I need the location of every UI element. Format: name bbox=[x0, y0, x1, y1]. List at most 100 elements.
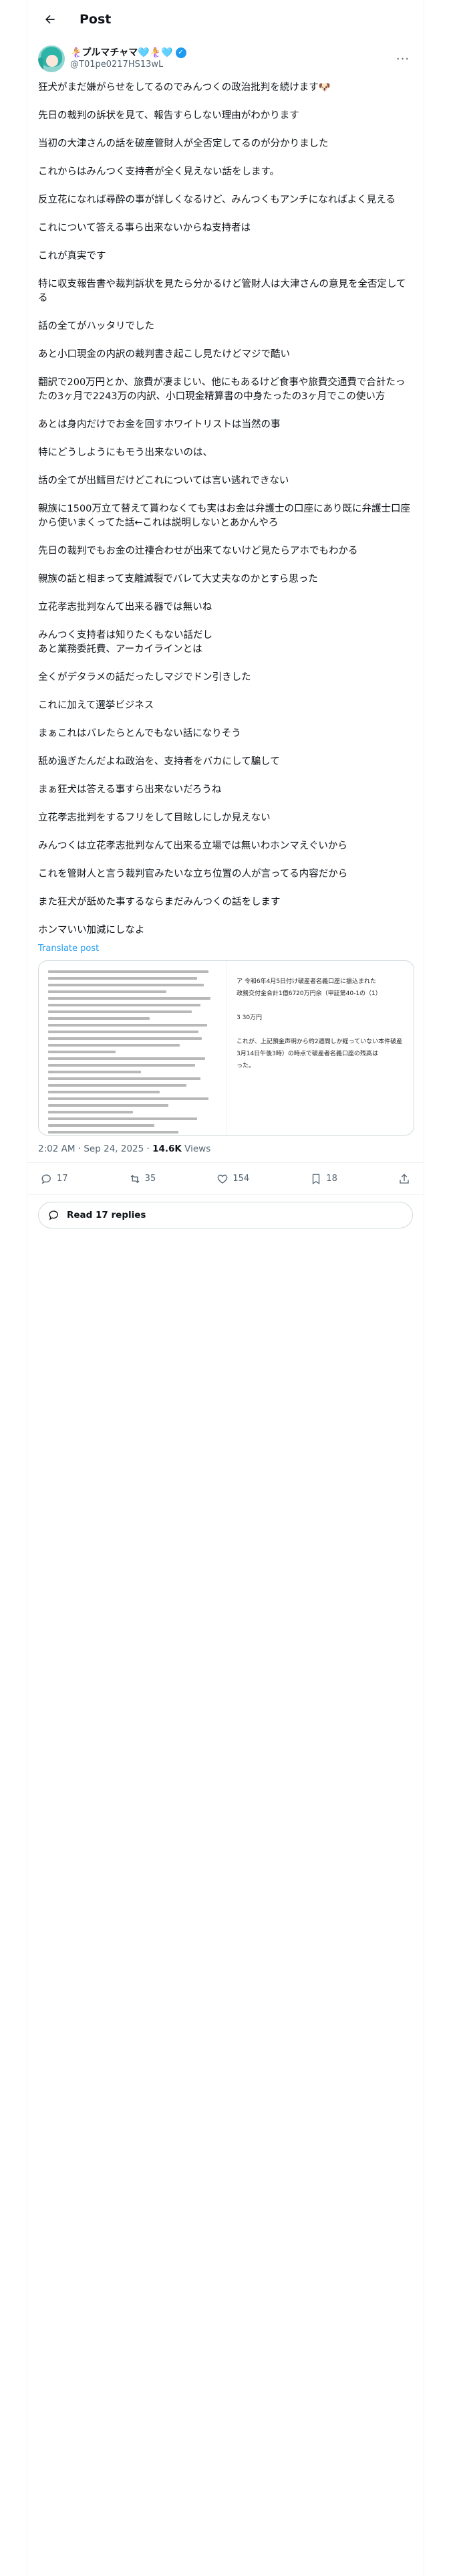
post-paragraph: これが真実です bbox=[38, 251, 106, 261]
post-paragraph: 翻訳で200万円とか、旅費が凄まじい、他にもあるけど食事や旅費交通費で合計たった… bbox=[38, 377, 406, 402]
author-display-name[interactable]: 🧜‍♀️プルマチャマ🩵🧜‍♀️🩵 ✓ bbox=[70, 47, 393, 59]
reply-button[interactable]: 17 bbox=[41, 1173, 68, 1185]
document-text-line bbox=[48, 1071, 142, 1073]
repost-icon bbox=[130, 1174, 140, 1183]
post-paragraph: まぁこれはバレたらとんでもない話になりそう bbox=[38, 728, 241, 739]
document-text-line bbox=[48, 1010, 192, 1013]
document-text-line: ア 令和6年4月5日付け破産者名義口座に振込まれた bbox=[237, 978, 377, 985]
post-paragraph: 話の全てがハッタリでした bbox=[38, 321, 154, 332]
document-text-line bbox=[48, 1057, 206, 1060]
document-text-line bbox=[48, 1004, 200, 1006]
post-paragraph: 親族の話と相まって支離滅裂でバレて大丈夫なのかとすら思った bbox=[38, 574, 318, 584]
post-paragraph: 舐め過ぎたんだよね政治を、支持者をバカにして騙して bbox=[38, 756, 280, 767]
post-paragraph: これについて答える事ら出来ないからね支持者は bbox=[38, 223, 251, 233]
translate-post-link[interactable]: Translate post bbox=[38, 944, 413, 954]
document-text-line bbox=[48, 1084, 187, 1087]
post-paragraph: 先日の裁判の訴状を見て、報告すらしない理由がわかります bbox=[38, 110, 299, 121]
document-text-line bbox=[48, 1017, 150, 1020]
document-text-line bbox=[48, 997, 210, 1000]
document-text-line bbox=[237, 1001, 404, 1010]
document-text-line bbox=[48, 1097, 209, 1100]
document-text-line bbox=[48, 1111, 133, 1113]
more-options-icon[interactable]: ··· bbox=[393, 49, 413, 69]
read-replies-label: Read 17 replies bbox=[67, 1210, 146, 1220]
post-paragraph: 親族に1500万立て替えて貰わなくても実はお金は弁護士の口座にあり既に弁護士口座… bbox=[38, 504, 411, 528]
author-row: 🧜‍♀️プルマチャマ🩵🧜‍♀️🩵 ✓ @T01pe0217HS13wL ··· bbox=[27, 38, 424, 76]
avatar[interactable] bbox=[38, 45, 65, 72]
document-text-line bbox=[48, 1091, 160, 1093]
document-text-line bbox=[48, 1031, 199, 1033]
post-timestamp: 2:02 AM · Sep 24, 2025 · 14.6K Views bbox=[27, 1136, 424, 1163]
post-paragraph: 話の全てが出鱈目だけどこれについては言い逃れできない bbox=[38, 475, 289, 486]
repost-count: 35 bbox=[144, 1174, 156, 1184]
arrow-left-icon bbox=[45, 15, 55, 23]
bookmark-button[interactable]: 18 bbox=[310, 1173, 337, 1185]
document-page-left bbox=[39, 961, 227, 1135]
attached-document-image[interactable]: ア 令和6年4月5日付け破産者名義口座に振込まれた 政務交付金合計1億6720万… bbox=[38, 960, 414, 1136]
document-text-line bbox=[48, 1024, 207, 1027]
document-text-line bbox=[48, 1064, 196, 1067]
document-text-line bbox=[48, 984, 204, 986]
reply-count: 17 bbox=[57, 1174, 68, 1184]
post-body: 狂犬がまだ嫌がらせをしてるのでみんつくの政治批判を続けます🐶 先日の裁判の訴状を見… bbox=[27, 76, 424, 938]
author-names: 🧜‍♀️プルマチャマ🩵🧜‍♀️🩵 ✓ @T01pe0217HS13wL bbox=[70, 47, 393, 71]
document-text-line bbox=[48, 977, 197, 980]
document-text-line bbox=[48, 1044, 180, 1047]
post-time[interactable]: 2:02 AM · Sep 24, 2025 · bbox=[38, 1144, 152, 1154]
document-text-line: った。 bbox=[237, 1063, 255, 1069]
author-display-name-text[interactable]: 🧜‍♀️プルマチャマ🩵🧜‍♀️🩵 bbox=[70, 47, 173, 59]
document-text-line bbox=[48, 1131, 178, 1134]
speech-bubble-icon bbox=[49, 1210, 58, 1220]
document-text-line bbox=[48, 1117, 197, 1120]
post-header: Post bbox=[27, 0, 424, 38]
document-text-line bbox=[48, 1077, 200, 1080]
document-text-line bbox=[48, 1124, 155, 1127]
post-paragraph: あとは身内だけでお金を回すホワイトリストは当然の事 bbox=[38, 419, 281, 430]
post-paragraph: ホンマいい加減にしなよ bbox=[38, 925, 145, 936]
reply-icon bbox=[41, 1174, 51, 1184]
document-page-right: ア 令和6年4月5日付け破産者名義口座に振込まれた 政務交付金合計1億6720万… bbox=[227, 961, 414, 1135]
post-paragraph: これに加えて選挙ビジネス bbox=[38, 700, 154, 711]
share-icon bbox=[400, 1173, 409, 1184]
document-text-line: 3 30万円 bbox=[237, 1014, 263, 1021]
post-paragraph: あと小口現金の内訳の裁判書き起こし見たけどマジで酷い bbox=[38, 349, 290, 360]
share-button[interactable] bbox=[398, 1173, 410, 1185]
bookmark-icon bbox=[313, 1174, 320, 1184]
back-button[interactable] bbox=[38, 7, 62, 31]
author-handle[interactable]: @T01pe0217HS13wL bbox=[70, 59, 393, 71]
post-paragraph: また狂犬が舐めた事するならまだみんつくの話をします bbox=[38, 897, 281, 907]
post-paragraph: これからはみんつく支持者が全く見えない話をします。 bbox=[38, 167, 280, 177]
post-paragraph: これを管財人と言う裁判官みたいな立ち位置の人が言ってる内容だから bbox=[38, 869, 348, 879]
post-column: Post 🧜‍♀️プルマチャマ🩵🧜‍♀️🩵 ✓ @T01pe0217HS13wL… bbox=[27, 0, 424, 2576]
views-count: 14.6K bbox=[152, 1144, 182, 1154]
page-title: Post bbox=[80, 11, 112, 27]
document-text-line: 3月14日午後3時）の時点で破産者名義口座の残高は bbox=[237, 1051, 378, 1057]
heart-icon bbox=[217, 1174, 228, 1184]
post-paragraph: 立花孝志批判なんて出来る器では無いね bbox=[38, 602, 212, 613]
document-text-line bbox=[48, 990, 167, 993]
document-text-line bbox=[48, 970, 209, 973]
post-paragraph: 特にどうしようにもモう出来ないのは、 bbox=[38, 447, 212, 458]
views-label: Views bbox=[181, 1144, 211, 1154]
action-bar: 17 35 154 18 bbox=[27, 1163, 424, 1195]
post-paragraph: 反立花になれば尋酔の事が詳しくなるけど、みんつくもアンチになればよく見える bbox=[38, 195, 396, 205]
like-count: 154 bbox=[233, 1174, 250, 1184]
document-text-line bbox=[237, 1025, 404, 1035]
document-text-line bbox=[48, 1051, 116, 1053]
post-paragraph: 先日の裁判でもお金の辻褄合わせが出来てないけど見たらアホでもわかる bbox=[38, 546, 358, 556]
read-replies-button[interactable]: Read 17 replies bbox=[38, 1202, 413, 1228]
post-paragraph: 特に収支報告書や裁判訴状を見たら分かるけど管財人は大津さんの意見を全否定してる bbox=[38, 279, 406, 304]
post-paragraph: 立花孝志批判をするフリをして目眩しにしか見えない bbox=[38, 813, 271, 823]
post-paragraph: まぁ狂犬は答える事すら出来ないだろうね bbox=[38, 784, 222, 795]
document-text-line bbox=[48, 1104, 168, 1107]
post-paragraph: 全くがデタラメの話だったしマジでドン引きした bbox=[38, 672, 251, 683]
post-paragraph: みんつくは立花孝志批判なんて出来る立場では無いわホンマえぐいから bbox=[38, 841, 347, 851]
like-button[interactable]: 154 bbox=[216, 1173, 249, 1185]
post-paragraph: 当初の大津さんの話を破産管財人が全否定してるのが分かりました bbox=[38, 138, 329, 149]
document-text-line: これが、上記預金声明から約2週間しか経っていない本件破産 bbox=[237, 1039, 403, 1045]
bookmark-count: 18 bbox=[326, 1174, 337, 1184]
verified-badge-icon: ✓ bbox=[175, 47, 186, 58]
repost-button[interactable]: 35 bbox=[129, 1173, 156, 1185]
post-paragraph: 狂犬がまだ嫌がらせをしてるのでみんつくの政治批判を続けます🐶 bbox=[38, 82, 331, 93]
post-paragraph: みんつく支持者は知りたくもない話だし あと業務委託費、アーカイラインとは bbox=[38, 630, 212, 655]
